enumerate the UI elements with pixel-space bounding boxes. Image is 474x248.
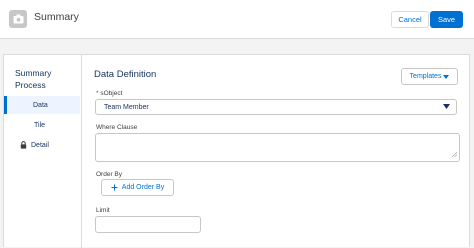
templates-button[interactable]: Templates [401, 68, 458, 85]
sobject-value: Team Member [104, 103, 149, 111]
add-order-by-label: Add Order By [121, 184, 165, 191]
plus-icon [111, 184, 118, 191]
sidebar-title: Summary Process [15, 68, 52, 90]
page-header: Summary Cancel Save [0, 0, 474, 39]
sidebar-item-label: Data [33, 101, 48, 109]
save-button[interactable]: Save [430, 11, 463, 28]
sobject-select[interactable]: Team Member [95, 99, 457, 115]
order-by-label: Order By [96, 171, 123, 178]
limit-label: Limit [96, 207, 110, 214]
sidebar-item-label: Tile [34, 121, 46, 129]
add-order-by-button[interactable]: Add Order By [101, 179, 174, 196]
sidebar: Summary Process Data Tile Detail [4, 55, 82, 248]
sidebar-item-data[interactable]: Data [4, 96, 80, 114]
sidebar-item-tile[interactable]: Tile [4, 116, 80, 134]
sobject-label: * sObject [96, 90, 123, 97]
required-mark: * [96, 90, 99, 97]
cancel-button[interactable]: Cancel [391, 11, 429, 28]
sidebar-item-label: Detail [31, 141, 49, 149]
summary-icon [9, 10, 27, 28]
page-title: Summary [34, 11, 79, 23]
main-panel: Data Definition Templates * sObject Team… [82, 55, 467, 248]
lock-icon [20, 141, 27, 149]
where-clause-textarea[interactable] [95, 133, 460, 162]
templates-label: Templates [409, 73, 442, 80]
resize-handle-icon[interactable] [451, 151, 458, 159]
editor-card: Summary Process Data Tile Detail Data De… [3, 54, 470, 248]
limit-input[interactable] [95, 216, 201, 233]
caret-down-icon [443, 74, 450, 79]
sidebar-item-detail[interactable]: Detail [4, 136, 80, 154]
chevron-down-icon [443, 104, 450, 111]
section-title: Data Definition [94, 69, 157, 80]
where-clause-label: Where Clause [96, 124, 138, 131]
